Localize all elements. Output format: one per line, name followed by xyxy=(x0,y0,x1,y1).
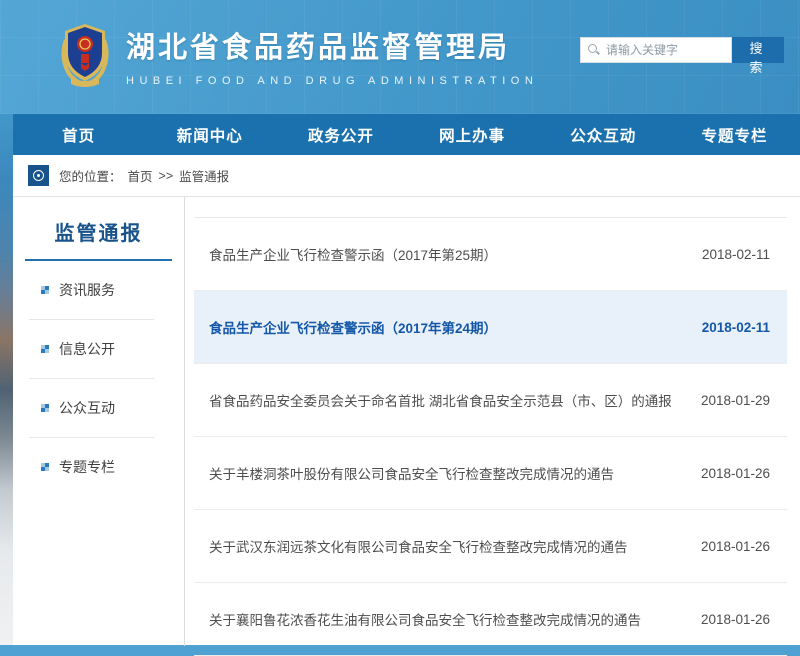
news-title-link[interactable]: 关于襄阳鲁花浓香花生油有限公司食品安全飞行检查整改完成情况的通告 xyxy=(209,609,641,629)
news-row[interactable]: 食品生产企业飞行检查警示函（2017年第25期） 2018-02-11 xyxy=(194,218,787,291)
content: 监管通报 资讯服务 信息公开 公众互动 专题专栏 xyxy=(13,197,800,646)
news-title-link[interactable]: 食品生产企业飞行检查警示函（2017年第24期） xyxy=(209,317,497,337)
site-title: 湖北省食品药品监督管理局 xyxy=(126,24,538,66)
sidebar-item-info-disclosure[interactable]: 信息公开 xyxy=(29,319,154,378)
sidebar-item-label: 专题专栏 xyxy=(59,457,115,477)
news-row[interactable]: 省食品药品安全委员会关于命名首批 湖北省食品安全示范县（市、区）的通报 2018… xyxy=(194,364,787,437)
news-date: 2018-01-26 xyxy=(683,466,770,481)
sidebar-item-label: 资讯服务 xyxy=(59,280,115,300)
page-body: 首页 新闻中心 政务公开 网上办事 公众互动 专题专栏 您的位置： 首页 >> … xyxy=(13,114,800,645)
sidebar-item-label: 公众互动 xyxy=(59,398,115,418)
search-icon xyxy=(588,44,600,56)
breadcrumb-current: 监管通报 xyxy=(179,166,229,185)
sidebar-item-special-topics[interactable]: 专题专栏 xyxy=(29,437,154,496)
sidebar-title: 监管通报 xyxy=(25,217,172,261)
site-subtitle: HUBEI FOOD AND DRUG ADMINISTRATION xyxy=(126,75,538,87)
news-date: 2018-02-11 xyxy=(684,320,770,335)
news-list: 食品生产企业飞行检查警示函（2017年第25期） 2018-02-11 食品生产… xyxy=(194,217,787,646)
news-date: 2018-01-26 xyxy=(683,612,770,627)
sidebar: 监管通报 资讯服务 信息公开 公众互动 专题专栏 xyxy=(13,197,185,646)
agency-emblem-icon xyxy=(58,22,112,88)
nav-item-public-interaction[interactable]: 公众互动 xyxy=(538,114,669,155)
breadcrumb: 您的位置： 首页 >> 监管通报 xyxy=(13,155,800,197)
bullet-square-icon xyxy=(41,404,49,412)
sidebar-item-label: 信息公开 xyxy=(59,339,115,359)
site-logo[interactable]: 湖北省食品药品监督管理局 HUBEI FOOD AND DRUG ADMINIS… xyxy=(58,22,538,88)
sidebar-list: 资讯服务 信息公开 公众互动 专题专栏 xyxy=(13,261,184,496)
news-date: 2018-01-29 xyxy=(683,393,770,408)
nav-item-special-topics[interactable]: 专题专栏 xyxy=(669,114,800,155)
news-date: 2018-02-11 xyxy=(684,247,770,262)
bullet-square-icon xyxy=(41,345,49,353)
site-header: 湖北省食品药品监督管理局 HUBEI FOOD AND DRUG ADMINIS… xyxy=(0,0,800,114)
search-box xyxy=(580,37,732,63)
breadcrumb-home-link[interactable]: 首页 xyxy=(128,166,153,185)
news-title-link[interactable]: 省食品药品安全委员会关于命名首批 湖北省食品安全示范县（市、区）的通报 xyxy=(209,390,672,410)
nav-item-online-services[interactable]: 网上办事 xyxy=(407,114,538,155)
nav-item-home[interactable]: 首页 xyxy=(13,114,144,155)
search-button[interactable]: 搜 索 xyxy=(732,37,784,63)
search-input[interactable] xyxy=(604,42,731,58)
nav-item-news[interactable]: 新闻中心 xyxy=(144,114,275,155)
breadcrumb-separator: >> xyxy=(159,169,174,183)
breadcrumb-label: 您的位置： xyxy=(59,166,122,185)
news-row[interactable]: 关于武汉东润远茶文化有限公司食品安全飞行检查整改完成情况的通告 2018-01-… xyxy=(194,510,787,583)
news-row[interactable]: 关于羊楼洞茶叶股份有限公司食品安全飞行检查整改完成情况的通告 2018-01-2… xyxy=(194,437,787,510)
nav-item-gov-info[interactable]: 政务公开 xyxy=(275,114,406,155)
news-title-link[interactable]: 关于武汉东润远茶文化有限公司食品安全飞行检查整改完成情况的通告 xyxy=(209,536,628,556)
news-row[interactable]: 食品生产企业飞行检查警示函（2017年第24期） 2018-02-11 xyxy=(194,291,787,364)
news-row[interactable]: 关于襄阳鲁花浓香花生油有限公司食品安全飞行检查整改完成情况的通告 2018-01… xyxy=(194,583,787,656)
search-bar: 搜 索 xyxy=(580,37,784,63)
bullet-square-icon xyxy=(41,463,49,471)
news-date: 2018-01-26 xyxy=(683,539,770,554)
sidebar-item-info-service[interactable]: 资讯服务 xyxy=(29,261,154,319)
main-nav: 首页 新闻中心 政务公开 网上办事 公众互动 专题专栏 xyxy=(13,114,800,155)
news-title-link[interactable]: 关于羊楼洞茶叶股份有限公司食品安全飞行检查整改完成情况的通告 xyxy=(209,463,614,483)
location-icon xyxy=(28,165,49,186)
bullet-square-icon xyxy=(41,286,49,294)
sidebar-item-public-interaction[interactable]: 公众互动 xyxy=(29,378,154,437)
news-title-link[interactable]: 食品生产企业飞行检查警示函（2017年第25期） xyxy=(209,244,497,264)
